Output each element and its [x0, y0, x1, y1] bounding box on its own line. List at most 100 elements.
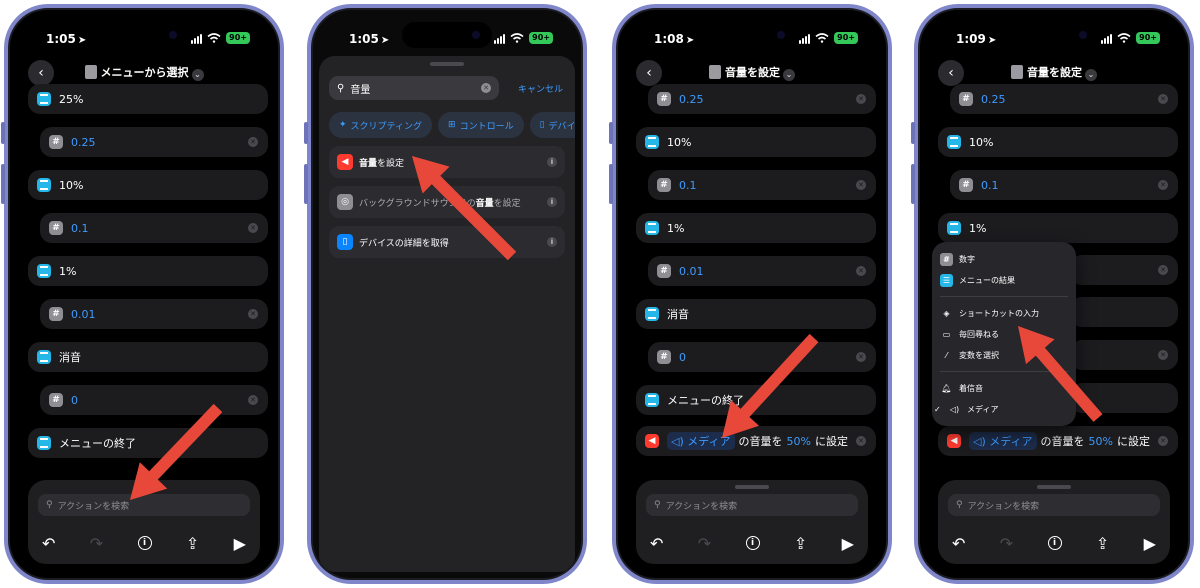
list-item[interactable]: ✕ — [1070, 255, 1178, 285]
action-search-field[interactable]: ⚲ アクションを検索 — [38, 494, 250, 516]
play-icon[interactable]: ▶ — [234, 534, 246, 553]
menu-item-menu-result[interactable]: ☰ メニューの結果 — [940, 271, 1068, 289]
number-value[interactable]: 0.25 — [679, 93, 704, 106]
menu-item-row[interactable]: メニューの終了 — [28, 428, 268, 458]
list-item[interactable] — [1070, 297, 1178, 327]
menu-item-row[interactable]: 消音 — [636, 299, 876, 329]
volume-value[interactable]: 50% — [1089, 435, 1113, 448]
menu-item-row[interactable]: 1% — [636, 213, 876, 243]
share-icon[interactable]: ⇪ — [794, 534, 807, 553]
clear-icon[interactable]: ✕ — [248, 395, 258, 405]
clear-icon[interactable]: ✕ — [856, 180, 866, 190]
share-icon[interactable]: ⇪ — [186, 534, 199, 553]
number-row[interactable]: #0.25 ✕ — [648, 84, 876, 114]
number-value[interactable]: 0.25 — [981, 93, 1006, 106]
info-icon[interactable]: i — [745, 536, 760, 550]
redo-icon[interactable]: ↷ — [90, 534, 103, 553]
location-icon: ➤ — [77, 35, 87, 46]
play-icon[interactable]: ▶ — [842, 534, 854, 553]
redo-icon[interactable]: ↷ — [698, 534, 711, 553]
menu-item-ringtone[interactable]: 🔔︎ 着信音 — [940, 379, 1068, 397]
number-row[interactable]: #0 ✕ — [648, 342, 876, 372]
menu-item-ask-each-time[interactable]: ▭ 毎回尋ねる — [940, 325, 1068, 343]
play-icon[interactable]: ▶ — [1144, 534, 1156, 553]
page-title[interactable]: メニューから選択 ⌄ — [10, 64, 278, 81]
undo-icon[interactable]: ↶ — [650, 534, 663, 553]
menu-item-select-variable[interactable]: ⁄ 変数を選択 — [940, 346, 1068, 364]
clear-icon[interactable]: ✕ — [248, 309, 258, 319]
clear-icon[interactable]: ✕ — [1158, 350, 1168, 360]
number-value[interactable]: 0.1 — [71, 222, 89, 235]
clear-icon[interactable]: ✕ — [1158, 265, 1168, 275]
number-value[interactable]: 0.01 — [71, 308, 96, 321]
panel-grabber[interactable] — [1037, 485, 1071, 489]
action-search-field[interactable]: ⚲ アクションを検索 — [646, 494, 858, 516]
menu-item-number[interactable]: # 数字 — [940, 250, 1068, 268]
clear-icon[interactable]: ✕ — [248, 137, 258, 147]
clear-icon[interactable]: ✕ — [856, 436, 866, 446]
number-row[interactable]: #0.25 ✕ — [40, 127, 268, 157]
number-row[interactable]: #0 ✕ — [40, 385, 268, 415]
number-value[interactable]: 0.01 — [679, 265, 704, 278]
info-icon[interactable]: i — [547, 237, 557, 247]
info-icon[interactable]: i — [1047, 536, 1062, 550]
chip-control[interactable]: ⊞ コントロール — [438, 112, 524, 138]
clear-icon[interactable]: ✕ — [856, 352, 866, 362]
number-row[interactable]: #0.1 ✕ — [950, 170, 1178, 200]
list-item[interactable]: ✕ — [1070, 340, 1178, 370]
clear-icon[interactable]: ✕ — [856, 266, 866, 276]
clear-icon[interactable]: ✕ — [1158, 180, 1168, 190]
menu-item-row[interactable]: 25% — [28, 84, 268, 114]
page-title[interactable]: 音量を設定 ⌄ — [920, 64, 1188, 81]
search-input[interactable]: ⚲ 音量 ✕ — [329, 76, 499, 100]
clear-icon[interactable]: ✕ — [248, 223, 258, 233]
clear-icon[interactable]: ✕ — [856, 94, 866, 104]
media-token[interactable]: ◁) メディア — [667, 432, 735, 450]
menu-item-shortcut-input[interactable]: ◈ ショートカットの入力 — [940, 304, 1068, 322]
menu-item-row[interactable]: 10% — [938, 127, 1178, 157]
chip-device[interactable]: ▯デバイス — [529, 112, 575, 138]
info-icon[interactable]: i — [547, 197, 557, 207]
result-set-volume[interactable]: ◀ 音量を設定 i — [329, 146, 565, 178]
menu-item-row[interactable]: 10% — [636, 127, 876, 157]
action-search-field[interactable]: ⚲ アクションを検索 — [948, 494, 1160, 516]
set-volume-action[interactable]: ◀ ◁) メディア の音量を 50% に設定 ✕ — [938, 426, 1178, 456]
undo-icon[interactable]: ↶ — [952, 534, 965, 553]
info-icon[interactable]: i — [137, 536, 152, 550]
number-row[interactable]: #0.01 ✕ — [648, 256, 876, 286]
number-value[interactable]: 0 — [679, 351, 686, 364]
info-icon[interactable]: i — [547, 157, 557, 167]
menu-item-row[interactable]: 消音 — [28, 342, 268, 372]
number-value[interactable]: 0.1 — [679, 179, 697, 192]
undo-icon[interactable]: ↶ — [42, 534, 55, 553]
page-title[interactable]: 音量を設定 ⌄ — [618, 64, 886, 81]
share-icon[interactable]: ⇪ — [1096, 534, 1109, 553]
clear-icon[interactable]: ✕ — [1158, 436, 1168, 446]
battery-icon: 90+ — [529, 32, 553, 44]
volume-value[interactable]: 50% — [787, 435, 811, 448]
media-token[interactable]: ◁) メディア — [969, 432, 1037, 450]
result-device-details[interactable]: ▯ デバイスの詳細を取得 i — [329, 226, 565, 258]
clear-icon[interactable]: ✕ — [481, 83, 491, 93]
panel-grabber[interactable] — [735, 485, 769, 489]
sheet-grabber[interactable] — [430, 62, 464, 66]
number-value[interactable]: 0.1 — [981, 179, 999, 192]
number-row[interactable]: #0.25 ✕ — [950, 84, 1178, 114]
number-row[interactable]: #0.01 ✕ — [40, 299, 268, 329]
number-value[interactable]: 0 — [71, 394, 78, 407]
menu-item-row[interactable]: 10% — [28, 170, 268, 200]
clear-icon[interactable]: ✕ — [1158, 94, 1168, 104]
chip-scripting[interactable]: ✦ スクリプティング — [329, 112, 433, 138]
list-item[interactable] — [1070, 383, 1178, 413]
menu-item-row[interactable]: 1% — [938, 213, 1178, 243]
set-volume-action[interactable]: ◀ ◁) メディア の音量を 50% に設定 ✕ — [636, 426, 876, 456]
number-value[interactable]: 0.25 — [71, 136, 96, 149]
menu-item-row[interactable]: 1% — [28, 256, 268, 286]
menu-item-media[interactable]: ✓ ◁) メディア — [934, 400, 1068, 418]
result-background-sound-volume[interactable]: ◎ バックグラウンドサウンドの音量を設定 i — [329, 186, 565, 218]
menu-item-row[interactable]: メニューの終了 — [636, 385, 876, 415]
number-row[interactable]: #0.1 ✕ — [648, 170, 876, 200]
redo-icon[interactable]: ↷ — [1000, 534, 1013, 553]
number-row[interactable]: #0.1 ✕ — [40, 213, 268, 243]
cancel-button[interactable]: キャンセル — [518, 82, 563, 95]
